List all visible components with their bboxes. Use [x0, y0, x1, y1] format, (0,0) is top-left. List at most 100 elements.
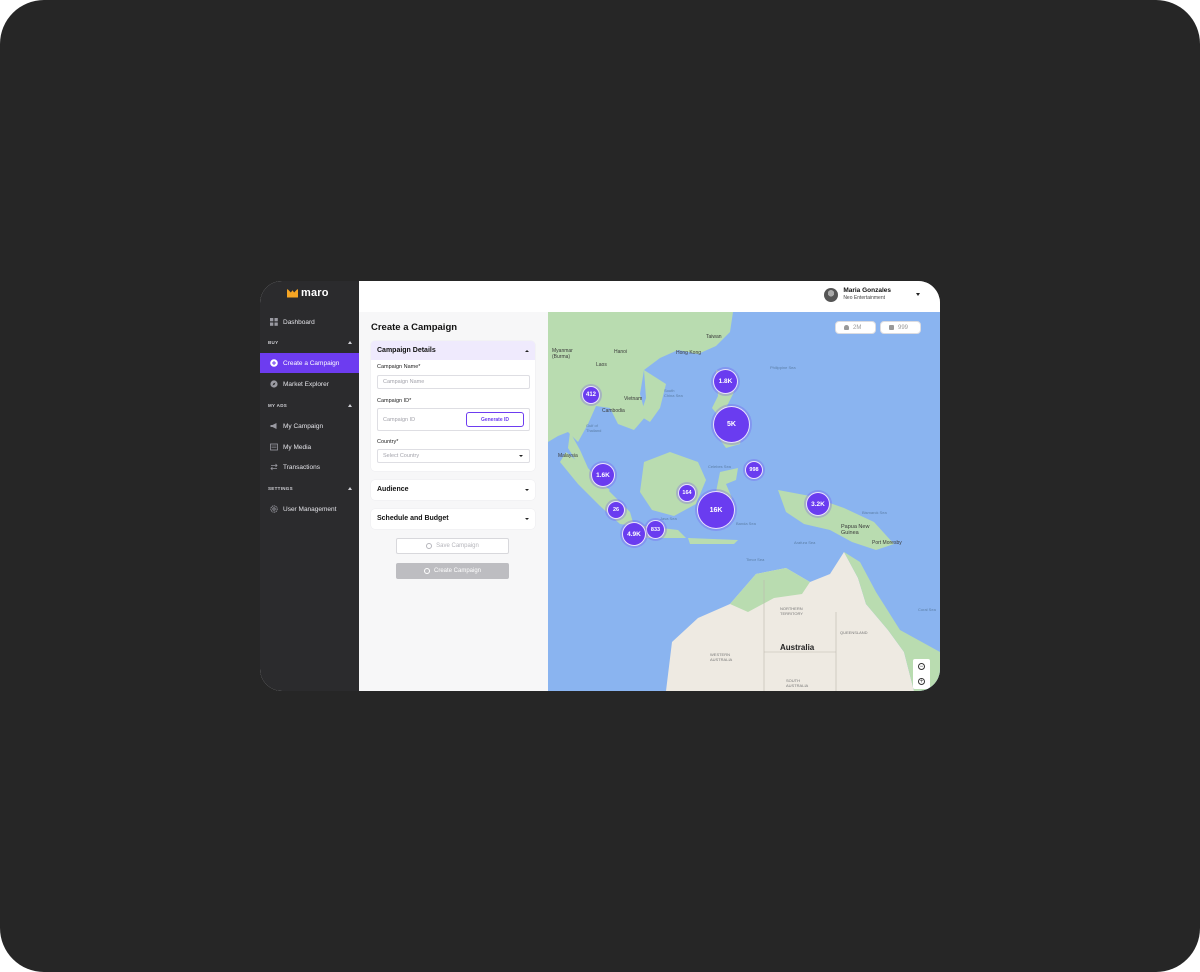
sidebar-item-label: Market Explorer	[283, 380, 329, 388]
sidebar-item-label: Transactions	[283, 463, 320, 471]
map-label-png: Papua New Guinea	[841, 524, 870, 536]
map-label-laos: Laos	[596, 362, 607, 368]
campaign-name-label: Campaign Name*	[377, 364, 421, 370]
chevron-up-icon	[348, 404, 352, 407]
create-campaign-button[interactable]: Create Campaign	[396, 563, 509, 579]
map-cluster[interactable]: 1.6K	[591, 463, 615, 487]
map-label-australia: Australia	[780, 643, 815, 652]
map-label-qld: QUEENSLAND	[840, 630, 868, 635]
schedule-budget-header[interactable]: Schedule and Budget	[371, 509, 535, 528]
audience-stat-pill[interactable]: 2M	[835, 321, 876, 334]
map-cluster[interactable]: 26	[607, 501, 625, 519]
media-icon	[269, 443, 278, 452]
swap-icon	[269, 463, 278, 472]
section-settings[interactable]: SETTINGS	[268, 486, 352, 491]
map-label-banda-sea: Banda Sea	[736, 521, 756, 526]
sidebar-item-label: My Media	[283, 443, 312, 451]
avatar	[824, 287, 839, 302]
map-label-sa: SOUTH AUSTRALIA	[786, 678, 809, 688]
sidebar-item-user-management[interactable]: User Management	[260, 499, 359, 519]
campaign-name-input[interactable]: Campaign Name	[377, 375, 530, 389]
chevron-up-icon	[348, 341, 352, 344]
audience-card[interactable]: Audience	[371, 480, 535, 500]
logo[interactable]: maro	[287, 287, 329, 299]
map-cluster[interactable]: 412	[582, 386, 600, 404]
map-label-malaysia: Malaysia	[558, 453, 578, 459]
user-icon	[844, 325, 849, 330]
user-name: Maria Gonzales	[843, 287, 891, 294]
zoom-out-icon[interactable]: −	[918, 663, 925, 670]
map-cluster[interactable]: 833	[646, 520, 665, 539]
chevron-down-icon	[519, 455, 523, 457]
sidebar-item-my-media[interactable]: My Media	[260, 437, 359, 457]
sidebar: maro Dashboard BUY Create a Campaign Mar…	[260, 281, 359, 691]
map-label-south-china-sea: South China Sea	[664, 388, 683, 398]
map-label-wa: WESTERN AUSTRALIA	[710, 652, 733, 662]
sidebar-item-my-campaign[interactable]: My Campaign	[260, 416, 359, 436]
chevron-up-icon	[525, 349, 529, 352]
campaign-details-header[interactable]: Campaign Details	[371, 341, 535, 360]
device-frame: maro Dashboard BUY Create a Campaign Mar…	[0, 0, 1200, 972]
sidebar-item-label: My Campaign	[283, 422, 324, 430]
map-canvas	[548, 312, 940, 691]
map-label-myanmar: Myanmar (Burma)	[552, 348, 573, 360]
campaign-id-group: Campaign ID Generate ID	[377, 408, 530, 431]
sidebar-item-transactions[interactable]: Transactions	[260, 457, 359, 477]
country-select[interactable]: Select Country	[377, 449, 530, 463]
chevron-down-icon	[525, 488, 529, 491]
save-campaign-button[interactable]: Save Campaign	[396, 538, 509, 554]
chevron-down-icon[interactable]	[916, 293, 920, 296]
map-label-celebes-sea: Celebes Sea	[708, 464, 731, 469]
section-my-ads[interactable]: MY ADS	[268, 403, 352, 408]
map-label-hanoi: Hanoi	[614, 349, 628, 355]
map-cluster[interactable]: 5K	[713, 406, 750, 443]
gear-icon	[269, 505, 278, 514]
plus-circle-icon	[269, 359, 278, 368]
map-label-cambodia: Cambodia	[602, 408, 625, 414]
sidebar-item-dashboard[interactable]: Dashboard	[260, 312, 359, 332]
map-label-timor-sea: Timor Sea	[746, 557, 765, 562]
sidebar-item-label: User Management	[283, 505, 337, 513]
compass-icon	[269, 380, 278, 389]
screens-stat-pill[interactable]: 999	[880, 321, 921, 334]
schedule-budget-card[interactable]: Schedule and Budget	[371, 509, 535, 529]
map-label-coral-sea: Coral Sea	[918, 607, 936, 612]
audience-header[interactable]: Audience	[371, 480, 535, 499]
generate-id-button[interactable]: Generate ID	[466, 412, 524, 427]
zoom-in-icon[interactable]: +	[918, 678, 925, 685]
plus-circle-icon	[426, 543, 433, 549]
map-label-port-moresby: Port Moresby	[872, 540, 902, 546]
screen-icon	[889, 325, 894, 330]
map-cluster[interactable]: 16K	[697, 491, 735, 529]
maro-logo-icon	[287, 288, 298, 298]
map-label-nt: NORTHERN TERRITORY	[780, 606, 803, 616]
campaign-details-card: Campaign Details Campaign Name* Campaign…	[371, 341, 535, 471]
map-cluster[interactable]: 164	[678, 484, 696, 502]
map-label-hong-kong: Hong Kong	[676, 350, 702, 356]
map-label-bismarck-sea: Bismarck Sea	[862, 510, 887, 515]
campaign-form-panel: Create a Campaign Campaign Details Campa…	[359, 312, 548, 691]
map-label-gulf-thailand: Gulf of Thailand	[586, 423, 602, 433]
map-label-java-sea: Java Sea	[660, 516, 677, 521]
user-org: Neo Entertainment	[843, 295, 886, 301]
sidebar-item-label: Create a Campaign	[283, 359, 340, 367]
chevron-down-icon	[525, 517, 529, 520]
sidebar-item-market-explorer[interactable]: Market Explorer	[260, 374, 359, 394]
map-cluster[interactable]: 4.9K	[622, 522, 646, 546]
section-buy[interactable]: BUY	[268, 340, 352, 345]
map-view[interactable]: Myanmar (Burma) Laos Hanoi Hong Kong Taiw…	[548, 312, 940, 691]
map-cluster[interactable]: 3.2K	[806, 492, 830, 516]
page-title: Create a Campaign	[371, 322, 458, 333]
chevron-up-icon	[348, 487, 352, 490]
plus-circle-icon	[423, 568, 430, 574]
logo-text: maro	[301, 287, 329, 299]
user-menu[interactable]: Maria Gonzales Neo Entertainment	[824, 287, 920, 302]
country-label: Country*	[377, 439, 399, 445]
sidebar-item-create-campaign[interactable]: Create a Campaign	[260, 353, 359, 373]
map-cluster[interactable]: 998	[745, 461, 763, 479]
megaphone-icon	[269, 422, 278, 431]
map-label-taiwan: Taiwan	[706, 334, 722, 340]
map-cluster[interactable]: 1.8K	[713, 369, 738, 394]
campaign-id-input[interactable]: Campaign ID	[383, 417, 415, 423]
map-label-philippine-sea: Philippine Sea	[770, 365, 796, 370]
